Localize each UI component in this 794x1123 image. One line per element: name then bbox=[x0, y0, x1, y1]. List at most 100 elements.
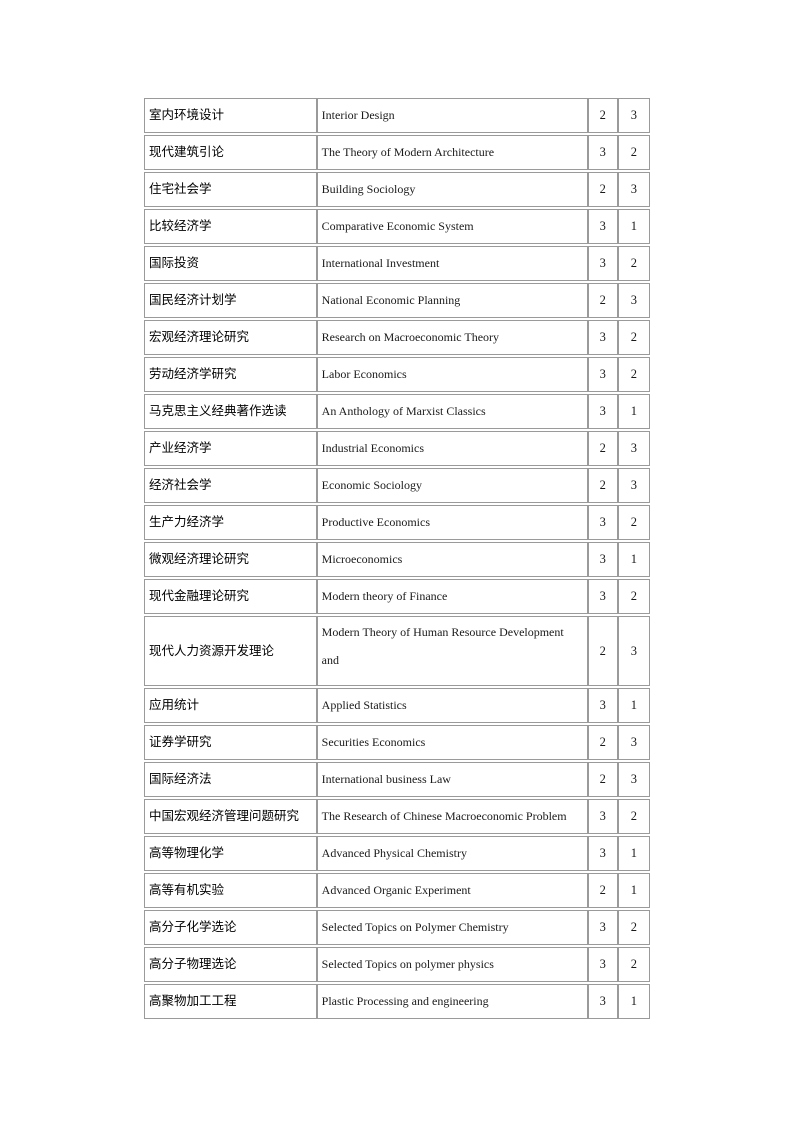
course-credit: 3 bbox=[587, 209, 618, 244]
course-name-en-line1: Selected Topics on Polymer Chemistry bbox=[321, 920, 509, 935]
table-row: 微观经济理论研究 Microeconomics 3 1 bbox=[144, 542, 650, 577]
table-row: 现代人力资源开发理论 Modern Theory of Human Resourc… bbox=[144, 616, 650, 686]
course-name-en: An Anthology of Marxist Classics bbox=[316, 394, 588, 429]
course-name-en-line1: Advanced Organic Experiment bbox=[321, 883, 471, 898]
course-term: 3 bbox=[617, 762, 650, 797]
course-name-en: The Research of Chinese Macroeconomic Pr… bbox=[316, 799, 588, 834]
course-name-en-line1: Comparative Economic System bbox=[321, 219, 474, 234]
course-credit: 3 bbox=[587, 320, 618, 355]
table-row: 高等有机实验 Advanced Organic Experiment 2 1 bbox=[144, 873, 650, 908]
course-term: 3 bbox=[617, 725, 650, 760]
course-term: 2 bbox=[617, 799, 650, 834]
course-credit: 2 bbox=[587, 98, 618, 133]
course-name-cn: 高分子物理选论 bbox=[144, 947, 317, 982]
table-row: 产业经济学 Industrial Economics 2 3 bbox=[144, 431, 650, 466]
course-name-en: Industrial Economics bbox=[316, 431, 588, 466]
course-name-en-line1: An Anthology of Marxist Classics bbox=[321, 404, 486, 419]
course-name-en: Modern theory of Finance bbox=[316, 579, 588, 614]
course-name-en-line1: Advanced Physical Chemistry bbox=[321, 846, 467, 861]
course-name-en: International Investment bbox=[316, 246, 588, 281]
course-name-cn: 比较经济学 bbox=[144, 209, 317, 244]
course-name-en: Selected Topics on Polymer Chemistry bbox=[316, 910, 588, 945]
table-row: 高聚物加工工程 Plastic Processing and engineerin… bbox=[144, 984, 650, 1019]
course-name-cn: 高分子化学选论 bbox=[144, 910, 317, 945]
course-term: 2 bbox=[617, 505, 650, 540]
course-table-container: 室内环境设计 Interior Design 2 3 现代建筑引论 The Theory … bbox=[144, 96, 650, 1021]
course-credit: 3 bbox=[587, 246, 618, 281]
course-term: 1 bbox=[617, 209, 650, 244]
course-name-en: Interior Design bbox=[316, 98, 588, 133]
course-name-cn: 高等有机实验 bbox=[144, 873, 317, 908]
course-term: 2 bbox=[617, 947, 650, 982]
course-term: 3 bbox=[617, 98, 650, 133]
course-name-en: Building Sociology bbox=[316, 172, 588, 207]
course-term: 2 bbox=[617, 246, 650, 281]
course-table: 室内环境设计 Interior Design 2 3 现代建筑引论 The Theory … bbox=[144, 96, 650, 1021]
course-name-en-line1: Applied Statistics bbox=[321, 698, 407, 713]
table-row: 住宅社会学 Building Sociology 2 3 bbox=[144, 172, 650, 207]
course-term: 1 bbox=[617, 394, 650, 429]
course-name-cn: 现代金融理论研究 bbox=[144, 579, 317, 614]
course-name-cn: 马克思主义经典著作选读 bbox=[144, 394, 317, 429]
course-name-cn: 劳动经济学研究 bbox=[144, 357, 317, 392]
course-credit: 3 bbox=[587, 984, 618, 1019]
course-name-cn: 中国宏观经济管理问题研究 bbox=[144, 799, 317, 834]
course-name-en-line1: Industrial Economics bbox=[321, 441, 424, 456]
table-row: 经济社会学 Economic Sociology 2 3 bbox=[144, 468, 650, 503]
table-row: 生产力经济学 Productive Economics 3 2 bbox=[144, 505, 650, 540]
course-name-en-line1: Selected Topics on polymer physics bbox=[321, 957, 494, 972]
course-name-en: Modern Theory of Human Resource Developm… bbox=[316, 616, 588, 686]
course-name-en: Productive Economics bbox=[316, 505, 588, 540]
course-name-en: Microeconomics bbox=[316, 542, 588, 577]
course-name-en-line1: Interior Design bbox=[321, 108, 395, 123]
course-term: 3 bbox=[617, 468, 650, 503]
table-row: 宏观经济理论研究 Research on Macroeconomic Theory… bbox=[144, 320, 650, 355]
course-name-en-line1: The Theory of Modern Architecture bbox=[321, 145, 495, 160]
course-name-en: Plastic Processing and engineering bbox=[316, 984, 588, 1019]
table-row: 比较经济学 Comparative Economic System 3 1 bbox=[144, 209, 650, 244]
course-credit: 2 bbox=[587, 725, 618, 760]
table-row: 国民经济计划学 National Economic Planning 2 3 bbox=[144, 283, 650, 318]
course-name-en-line1: Productive Economics bbox=[321, 515, 430, 530]
table-row: 现代建筑引论 The Theory of Modern Architecture 3… bbox=[144, 135, 650, 170]
course-term: 2 bbox=[617, 320, 650, 355]
course-term: 3 bbox=[617, 431, 650, 466]
document-page: 室内环境设计 Interior Design 2 3 现代建筑引论 The Theory … bbox=[0, 0, 794, 1123]
course-name-cn: 生产力经济学 bbox=[144, 505, 317, 540]
course-name-cn: 应用统计 bbox=[144, 688, 317, 723]
table-row: 室内环境设计 Interior Design 2 3 bbox=[144, 98, 650, 133]
course-name-en: Labor Economics bbox=[316, 357, 588, 392]
course-name-en-line1: Securities Economics bbox=[321, 735, 426, 750]
course-credit: 3 bbox=[587, 688, 618, 723]
course-term: 1 bbox=[617, 873, 650, 908]
course-credit: 3 bbox=[587, 357, 618, 392]
course-credit: 3 bbox=[587, 947, 618, 982]
course-term: 1 bbox=[617, 688, 650, 723]
course-name-cn: 住宅社会学 bbox=[144, 172, 317, 207]
course-credit: 3 bbox=[587, 799, 618, 834]
course-name-en: Comparative Economic System bbox=[316, 209, 588, 244]
course-credit: 3 bbox=[587, 505, 618, 540]
course-credit: 2 bbox=[587, 616, 618, 686]
course-name-cn: 经济社会学 bbox=[144, 468, 317, 503]
course-name-en: Economic Sociology bbox=[316, 468, 588, 503]
course-name-en-line1: Modern Theory of Human Resource Developm… bbox=[321, 625, 564, 639]
course-name-en: National Economic Planning bbox=[316, 283, 588, 318]
course-term: 2 bbox=[617, 357, 650, 392]
course-name-cn: 国民经济计划学 bbox=[144, 283, 317, 318]
course-name-cn: 高聚物加工工程 bbox=[144, 984, 317, 1019]
course-term: 3 bbox=[617, 283, 650, 318]
course-credit: 2 bbox=[587, 431, 618, 466]
course-term: 2 bbox=[617, 135, 650, 170]
course-term: 1 bbox=[617, 984, 650, 1019]
course-name-cn: 证券学研究 bbox=[144, 725, 317, 760]
table-row: 国际经济法 International business Law 2 3 bbox=[144, 762, 650, 797]
course-name-en: Advanced Physical Chemistry bbox=[316, 836, 588, 871]
course-name-cn: 微观经济理论研究 bbox=[144, 542, 317, 577]
course-table-body: 室内环境设计 Interior Design 2 3 现代建筑引论 The Theory … bbox=[144, 98, 650, 1019]
course-name-en-line2: and bbox=[321, 653, 339, 668]
course-credit: 2 bbox=[587, 873, 618, 908]
table-row: 中国宏观经济管理问题研究 The Research of Chinese Macr… bbox=[144, 799, 650, 834]
course-name-cn: 现代建筑引论 bbox=[144, 135, 317, 170]
course-name-en: Research on Macroeconomic Theory bbox=[316, 320, 588, 355]
